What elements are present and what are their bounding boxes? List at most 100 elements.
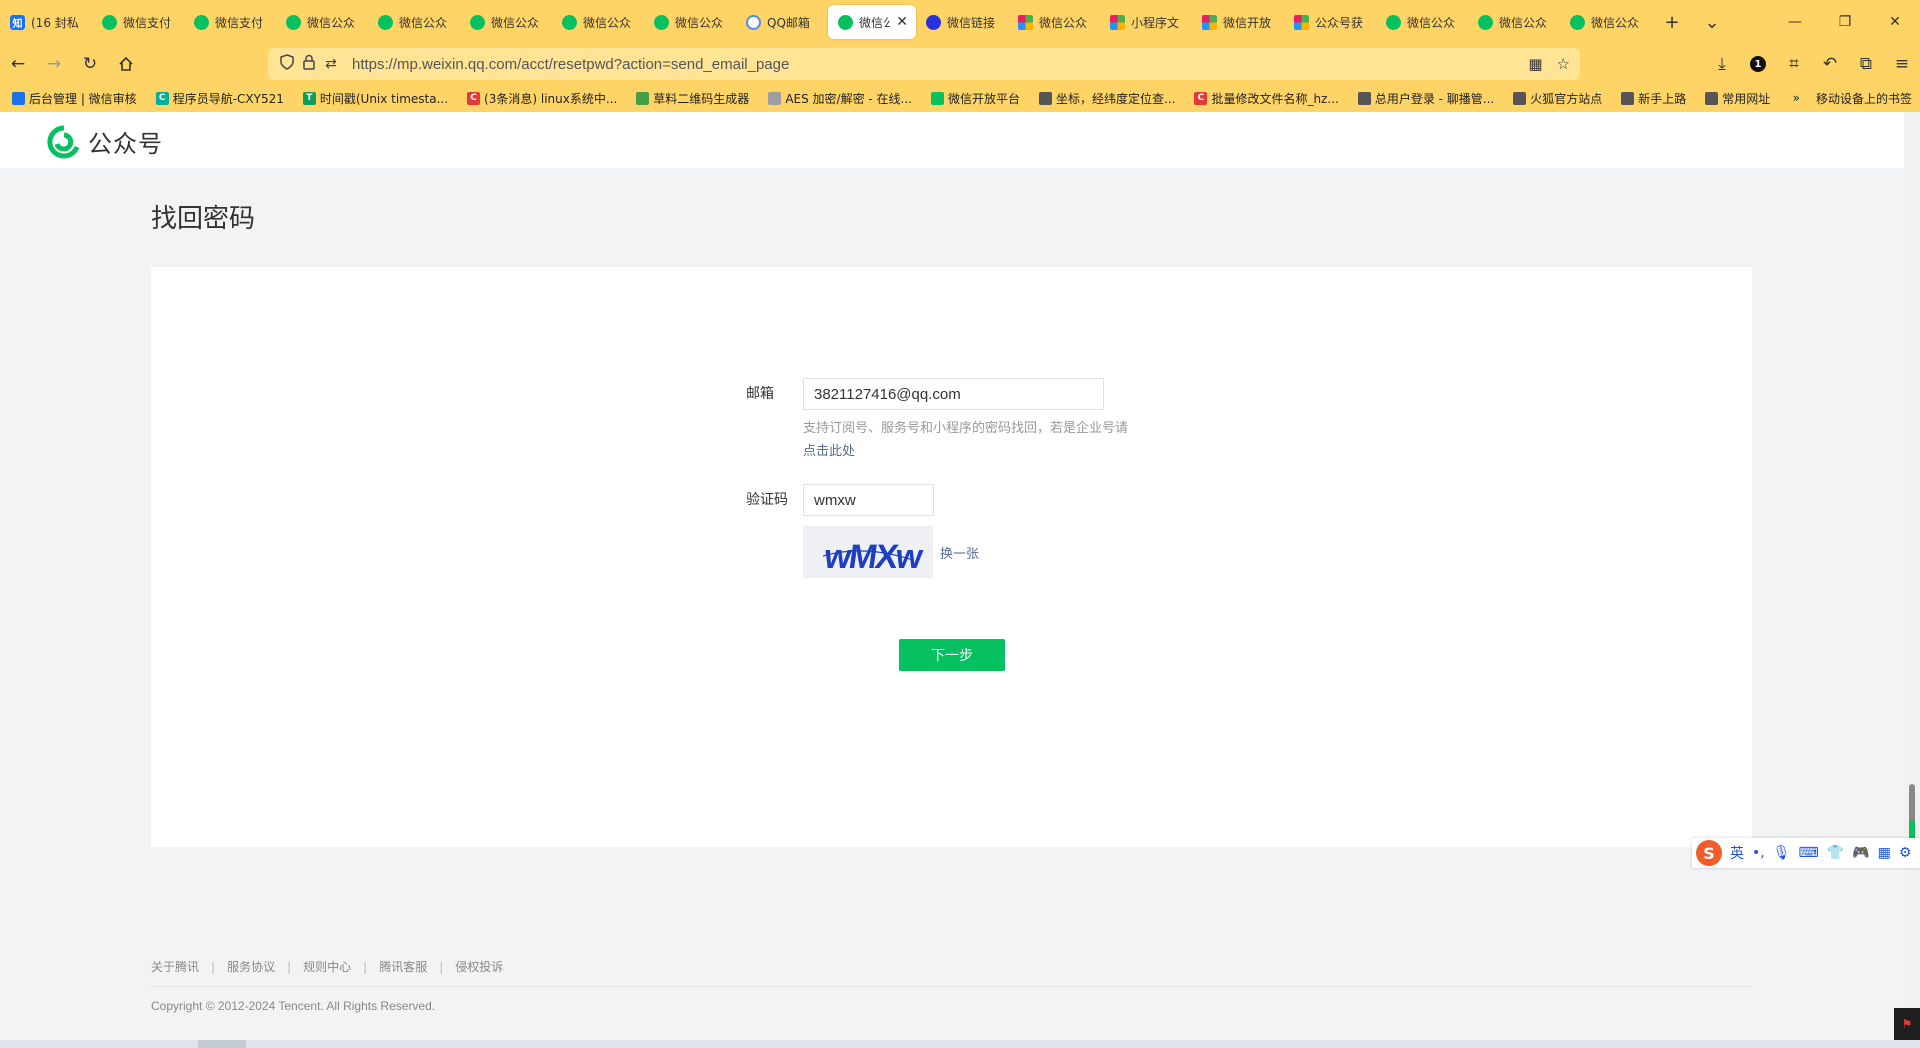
account-button[interactable]: 1	[1740, 48, 1776, 80]
browser-tab[interactable]: 公众号获	[1284, 5, 1376, 39]
refresh-captcha-link[interactable]: 换一张	[940, 543, 979, 562]
browser-tab[interactable]: 微信支付	[184, 5, 276, 39]
browser-tab[interactable]: 微信公众	[1560, 5, 1652, 39]
list-tabs-button[interactable]: ⌄	[1692, 5, 1732, 39]
bookmark-label: 程序员导航-CXY521	[172, 91, 284, 106]
bookmark-item[interactable]: T 时间戳(Unix timesta...	[291, 90, 455, 107]
browser-tab[interactable]: 微信公众	[368, 5, 460, 39]
more-bookmarks-button[interactable]: »	[1793, 91, 1800, 105]
footer-link[interactable]: 关于腾讯	[151, 958, 199, 975]
reload-button[interactable]: ↻	[72, 48, 108, 80]
browser-tab[interactable]: QQ邮箱	[736, 5, 828, 39]
back-button[interactable]: ←	[0, 48, 36, 80]
email-hint: 支持订阅号、服务号和小程序的密码找回，若是企业号请	[803, 421, 1129, 436]
wechat-official-logo-icon	[47, 124, 80, 158]
browser-tab[interactable]: 微信公众	[644, 5, 736, 39]
keyboard-icon[interactable]: ⌨	[1799, 845, 1819, 861]
tab-title: 微信公众	[1407, 15, 1456, 30]
tab-title: QQ邮箱	[767, 15, 810, 30]
bookmark-item[interactable]: C 批量修改文件名称_hz...	[1182, 90, 1345, 107]
toolbox-icon[interactable]: ▦	[1878, 845, 1891, 861]
gamepad-icon[interactable]: 🎮	[1852, 845, 1869, 861]
logo[interactable]: 公众号	[46, 124, 163, 159]
home-button[interactable]	[108, 48, 144, 80]
grid-icon	[1202, 14, 1217, 30]
lock-icon[interactable]	[298, 54, 320, 74]
vertical-scrollbar[interactable]	[1904, 112, 1920, 1040]
close-window-button[interactable]: ✕	[1870, 0, 1920, 44]
captcha-input[interactable]	[803, 484, 934, 516]
screenshot-button[interactable]: ⌗	[1776, 48, 1812, 80]
wechat-icon	[838, 14, 853, 30]
bookmark-item[interactable]: 坐标，经纬度定位查...	[1027, 90, 1182, 107]
footer-link[interactable]: 侵权投诉	[455, 958, 503, 975]
bookmark-item[interactable]: 总用户登录 - 聊播管...	[1346, 90, 1501, 107]
browser-tab[interactable]: 微信公众	[1008, 5, 1100, 39]
browser-tab[interactable]: 微信支付	[92, 5, 184, 39]
url-text[interactable]: https://mp.weixin.qq.com/acct/resetpwd?a…	[352, 56, 789, 73]
hamburger-icon: ≡	[1894, 54, 1910, 74]
next-step-button[interactable]: 下一步	[899, 639, 1005, 671]
bookmark-label: 后台管理 | 微信审核	[29, 91, 137, 106]
footer-link[interactable]: 腾讯客服	[379, 958, 427, 975]
browser-tab[interactable]: 微信开放	[1192, 5, 1284, 39]
undo-close-button[interactable]: ↶	[1812, 48, 1848, 80]
forward-button[interactable]: →	[36, 48, 72, 80]
bookmark-item[interactable]: 常用网址	[1693, 90, 1777, 107]
bookmark-item[interactable]: C (3条消息) linux系统中...	[455, 90, 624, 107]
bookmark-item[interactable]: C 程序员导航-CXY521	[144, 90, 291, 107]
ime-toolbar[interactable]: S 英 •, 🎙 ⌨ 👕 🎮 ▦ ⚙	[1692, 838, 1920, 868]
downloads-button[interactable]: ⤓	[1704, 48, 1740, 80]
tab-title: 微信公众	[399, 15, 448, 30]
bookmark-item[interactable]: AES 加密/解密 - 在线...	[756, 90, 919, 107]
skin-icon[interactable]: 👕	[1827, 845, 1844, 861]
bookmark-item[interactable]: 新手上路	[1609, 90, 1693, 107]
browser-tab[interactable]: 知 (16 封私	[0, 5, 92, 39]
address-bar[interactable]: ⇄ https://mp.weixin.qq.com/acct/resetpwd…	[268, 48, 1580, 80]
bookmark-item[interactable]: 微信开放平台	[919, 90, 1027, 107]
ime-punct[interactable]: •,	[1752, 845, 1765, 861]
microphone-icon[interactable]: 🎙	[1773, 845, 1791, 861]
tab-title: 微信公众	[491, 15, 540, 30]
browser-tab[interactable]: 微信公众	[276, 5, 368, 39]
menu-button[interactable]: ≡	[1884, 48, 1920, 80]
close-tab-icon[interactable]: ✕	[896, 14, 908, 30]
browser-tab[interactable]: 微信公众	[460, 5, 552, 39]
flag-icon[interactable]: ⚑	[1894, 1008, 1920, 1040]
wechat-icon	[286, 14, 301, 30]
tab-title: 微信公众	[1499, 15, 1548, 30]
browser-tab[interactable]: 微信公众	[552, 5, 644, 39]
bookmark-item[interactable]: 火狐官方站点	[1501, 90, 1609, 107]
minimize-window-button[interactable]: —	[1770, 0, 1820, 44]
enterprise-link[interactable]: 点击此处	[803, 440, 855, 459]
extensions-button[interactable]: ⧉	[1848, 48, 1884, 80]
captcha-image[interactable]: wMXw	[803, 526, 933, 578]
bookmark-item[interactable]: 后台管理 | 微信审核	[0, 90, 144, 107]
browser-tab[interactable]: 小程序文	[1100, 5, 1192, 39]
bookmark-favicon-icon	[636, 91, 650, 105]
new-tab-button[interactable]: +	[1652, 5, 1692, 39]
restore-window-button[interactable]: ❐	[1820, 0, 1870, 44]
browser-tab[interactable]: 微信公众	[1468, 5, 1560, 39]
footer-link[interactable]: 服务协议	[227, 958, 275, 975]
browser-nav-bar: ← → ↻ ⇄ https://mp.weixin.qq.com/acct/re…	[0, 44, 1920, 84]
mobile-bookmarks[interactable]: 移动设备上的书签	[1816, 90, 1912, 107]
email-input[interactable]	[803, 378, 1104, 410]
browser-tab[interactable]: 微信链接	[916, 5, 1008, 39]
bookmark-item[interactable]: 草料二维码生成器	[624, 90, 756, 107]
browser-tab[interactable]: 微信公众	[1376, 5, 1468, 39]
settings-gear-icon[interactable]: ⚙	[1899, 845, 1912, 861]
permissions-icon[interactable]: ⇄	[320, 56, 342, 72]
horizontal-scroll-thumb[interactable]	[198, 1040, 246, 1048]
bookmark-star-icon[interactable]: ☆	[1557, 55, 1570, 73]
footer-link[interactable]: 规则中心	[303, 958, 351, 975]
bookmark-label: 时间戳(Unix timesta...	[319, 91, 449, 106]
shield-icon[interactable]	[276, 54, 298, 74]
qr-code-icon[interactable]: ▦	[1528, 55, 1542, 73]
bookmark-label: (3条消息) linux系统中...	[484, 91, 618, 106]
sogou-logo-icon[interactable]: S	[1696, 840, 1722, 866]
browser-tab[interactable]: 微信公 ✕	[828, 5, 916, 39]
ime-mode[interactable]: 英	[1730, 843, 1744, 863]
horizontal-scrollbar[interactable]	[0, 1040, 1920, 1048]
bookmark-label: 批量修改文件名称_hz...	[1211, 91, 1339, 106]
